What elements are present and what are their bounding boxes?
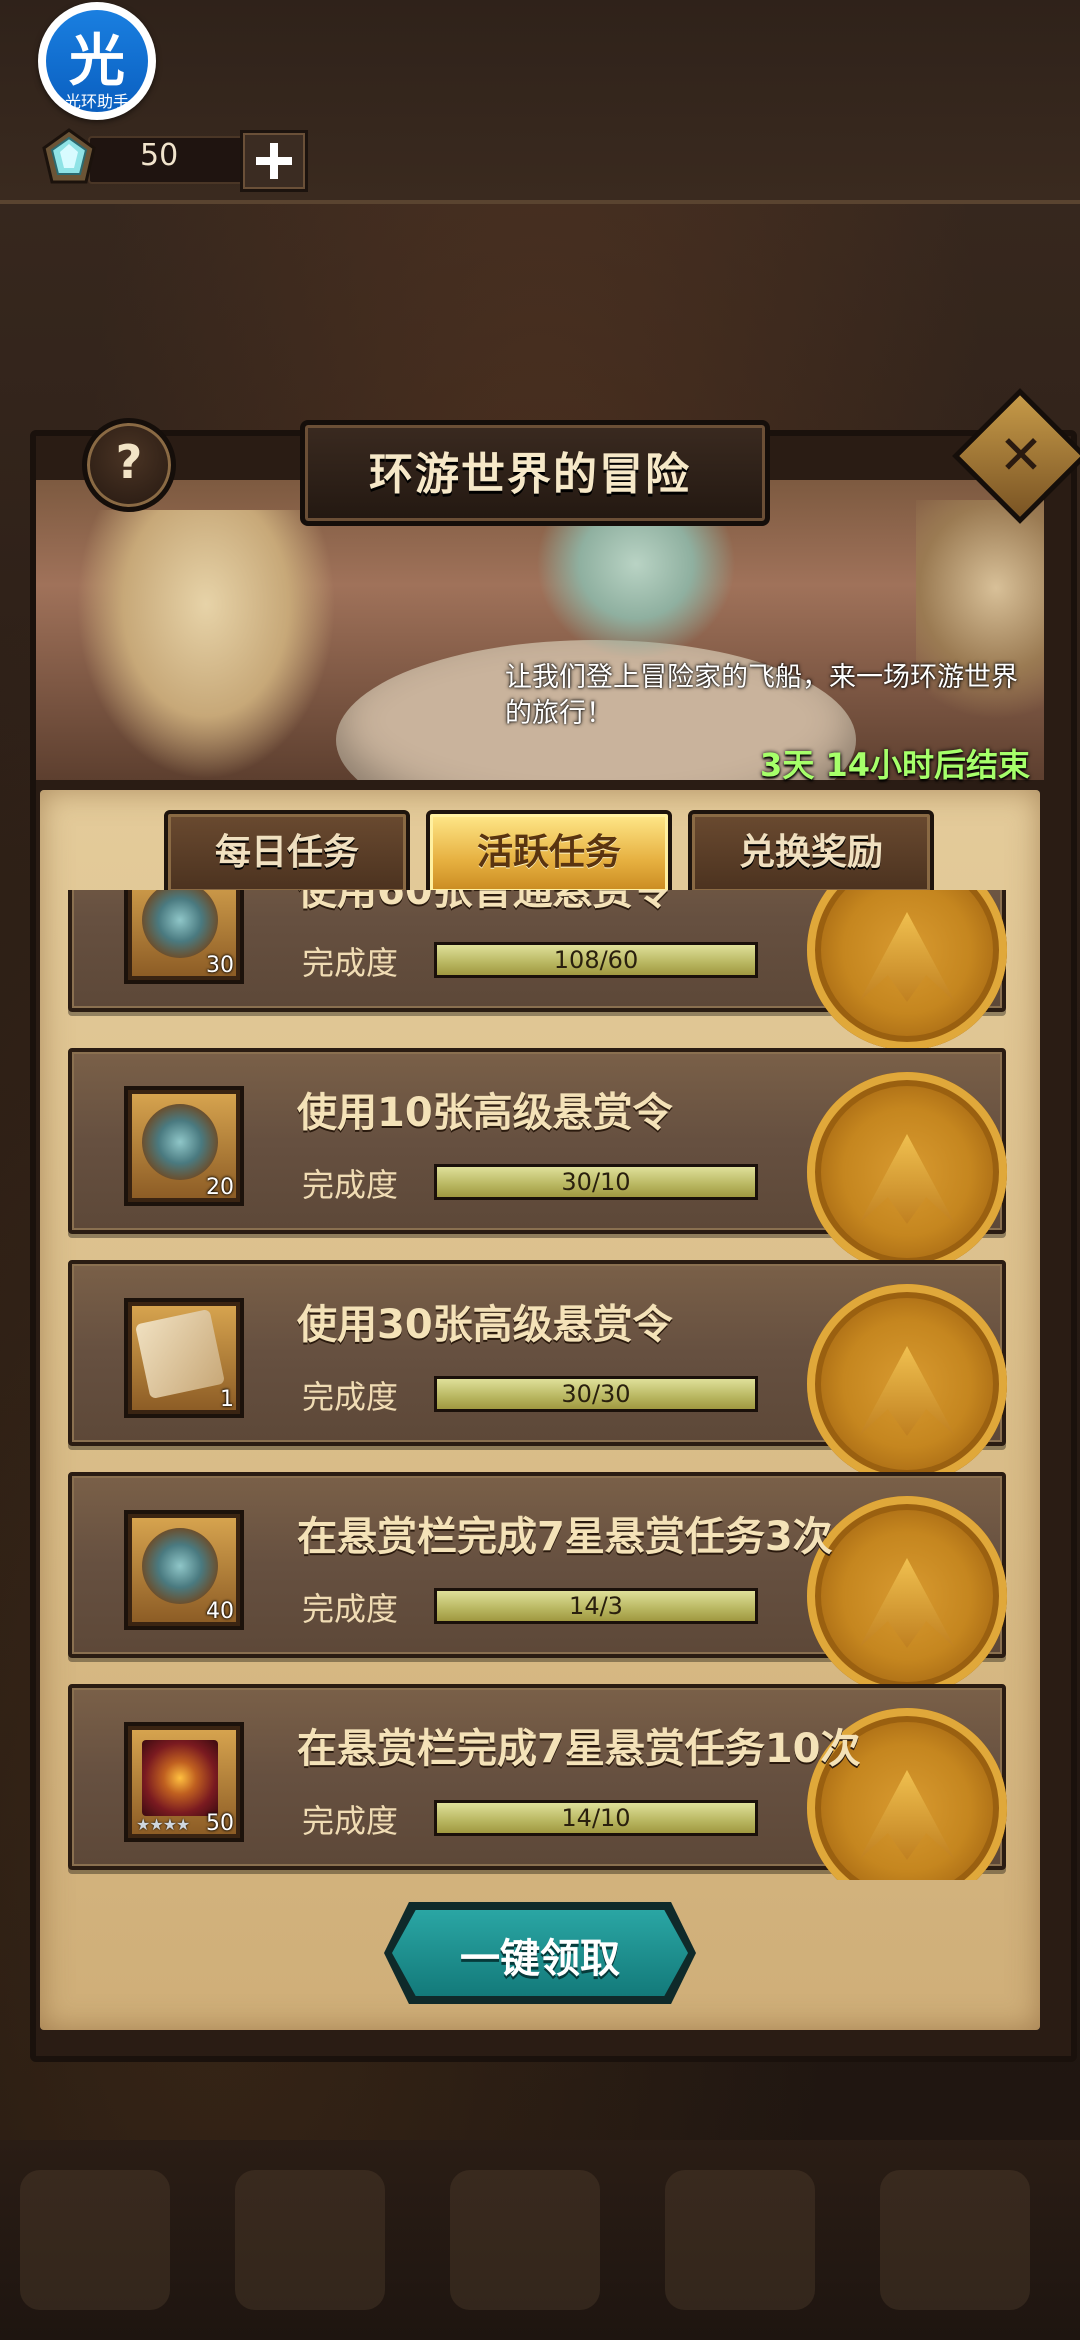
reward-slot[interactable]: 30 [124,890,244,984]
bounty-medal-icon [142,1528,218,1604]
progress-text: 14/3 [569,1592,623,1620]
star-rating: ★★★★ [136,1815,190,1834]
tab-exchange-rewards[interactable]: 兑换奖励 [688,810,934,896]
nav-slot-1[interactable] [20,2170,170,2310]
task-title: 在悬赏栏完成7星悬赏任务3次 [297,1514,833,1560]
progress-label: 完成度 [302,944,399,982]
add-gems-button[interactable] [240,130,308,192]
event-description: 让我们登上冒险家的飞船，来一场环游世界的旅行！ [505,662,1018,729]
progress-text: 14/10 [561,1804,631,1832]
plus-icon-bar [256,157,292,165]
progress-text: 30/10 [561,1168,631,1196]
helper-logo-glyph: 光 [69,29,125,94]
gem-amount: 50 [140,138,179,173]
progress-bar: 14/3 [434,1588,758,1624]
reward-slot[interactable]: 1 [124,1298,244,1418]
question-icon: ? [115,435,143,489]
nav-slot-2[interactable] [235,2170,385,2310]
crystal-gem-icon [42,128,96,184]
crimson-emblem-icon [142,1740,218,1816]
progress-label: 完成度 [302,1378,399,1416]
task-card: 40 在悬赏栏完成7星悬赏任务3次 完成度 14/3 [68,1472,1007,1696]
progress-text: 108/60 [553,946,639,974]
completed-stamp-icon[interactable] [807,1284,1007,1484]
progress-text: 30/30 [561,1380,631,1408]
helper-app-logo[interactable]: 光 光环助手 [38,2,156,120]
task-title: 使用30张高级悬赏令 [297,1302,673,1348]
task-card: 20 使用10张高级悬赏令 完成度 30/10 [68,1048,1007,1272]
completed-stamp-icon[interactable] [807,1072,1007,1272]
bottom-nav [0,2140,1080,2340]
task-card: ★★★★ 50 在悬赏栏完成7星悬赏任务10次 完成度 14/10 [68,1684,1007,1880]
progress-bar: 30/10 [434,1164,758,1200]
completed-stamp-icon[interactable] [807,890,1007,1050]
task-card: 30 使用60张普通悬赏令 完成度 108/60 [68,890,1007,1050]
reward-slot[interactable]: 20 [124,1086,244,1206]
progress-bar: 14/10 [434,1800,758,1836]
helper-logo-inner: 光 光环助手 [46,10,148,112]
progress-bar: 30/30 [434,1376,758,1412]
completed-stamp-icon[interactable] [807,1496,1007,1696]
progress-label: 完成度 [302,1166,399,1204]
tab-daily-tasks[interactable]: 每日任务 [164,810,410,896]
bounty-medal-icon [142,1104,218,1180]
progress-label: 完成度 [302,1802,399,1840]
event-timer: 3天 14小时后结束 [760,746,1030,784]
nav-slot-3[interactable] [450,2170,600,2310]
task-title: 使用60张普通悬赏令 [297,890,673,914]
progress-label: 完成度 [302,1590,399,1628]
reward-count: 40 [206,1599,234,1624]
progress-bar: 108/60 [434,942,758,978]
bounty-scroll-icon [134,1308,226,1400]
nav-slot-5[interactable] [880,2170,1030,2310]
reward-count: 50 [206,1811,234,1836]
reward-slot[interactable]: ★★★★ 50 [124,1722,244,1842]
task-list[interactable]: 30 使用60张普通悬赏令 完成度 108/60 20 使用10张高级悬赏令 完… [60,890,1020,1880]
helper-logo-caption: 光环助手 [64,92,129,111]
nav-slot-4[interactable] [665,2170,815,2310]
bounty-medal-icon [142,890,218,958]
task-card: 1 使用30张高级悬赏令 完成度 30/30 [68,1260,1007,1484]
help-button[interactable]: ? [82,418,176,512]
reward-count: 30 [206,953,234,978]
reward-slot[interactable]: 40 [124,1510,244,1630]
tab-active-tasks[interactable]: 活跃任务 [426,810,672,896]
close-icon: ✕ [998,423,1044,487]
task-title: 在悬赏栏完成7星悬赏任务10次 [297,1726,861,1772]
claim-all-button[interactable] [392,1910,688,1996]
reward-count: 1 [220,1387,234,1412]
event-title: 环游世界的冒险 [369,449,691,500]
task-title: 使用10张高级悬赏令 [297,1090,673,1136]
banner-chef-character [76,510,336,780]
reward-count: 20 [206,1175,234,1200]
